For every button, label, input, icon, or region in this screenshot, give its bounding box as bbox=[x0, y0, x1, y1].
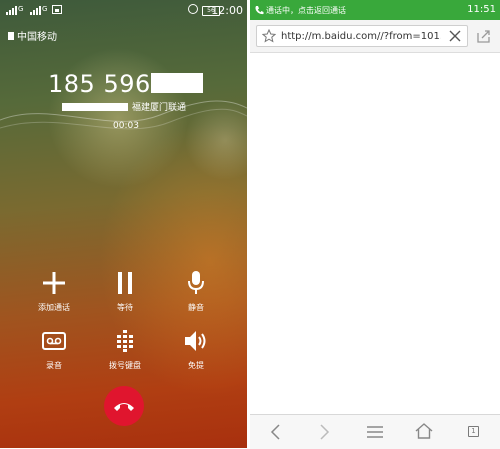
sim-card-icon bbox=[8, 31, 14, 40]
dialpad-label: 拨号键盘 bbox=[109, 361, 141, 370]
phone-hangup-icon bbox=[114, 403, 134, 411]
status-time: 12:00 bbox=[211, 4, 243, 17]
tabs-icon[interactable]: 1 bbox=[468, 426, 479, 437]
url-text: http://m.baidu.com//?from=101... bbox=[281, 31, 441, 42]
hold-label: 等待 bbox=[117, 303, 133, 312]
address-bar: http://m.baidu.com//?from=101... bbox=[250, 20, 500, 53]
bottom-toolbar: 1 bbox=[250, 414, 500, 449]
phone-icon bbox=[255, 6, 264, 15]
call-duration: 00:03 bbox=[113, 121, 139, 131]
mute-label: 静音 bbox=[188, 303, 204, 312]
dialpad-icon bbox=[117, 330, 133, 352]
add-call-label: 添加通话 bbox=[38, 303, 70, 312]
forward-icon[interactable] bbox=[319, 424, 331, 440]
signal-icon bbox=[30, 5, 41, 15]
microphone-icon bbox=[188, 271, 204, 294]
close-icon[interactable] bbox=[449, 30, 461, 42]
mute-button[interactable]: 静音 bbox=[166, 270, 226, 313]
carrier-label: 中国移动 bbox=[8, 28, 57, 43]
caller-location: 福建厦门联通 bbox=[132, 103, 187, 113]
redaction-block bbox=[62, 103, 128, 111]
speaker-button[interactable]: 免提 bbox=[166, 328, 226, 371]
share-icon[interactable] bbox=[476, 28, 492, 44]
alarm-icon bbox=[188, 4, 198, 14]
call-screen: G G 56 12:00 中国移动 185 5969 福建厦门联通 00:03 … bbox=[0, 0, 247, 448]
dialpad-button[interactable]: 拨号键盘 bbox=[95, 328, 155, 371]
plus-icon bbox=[43, 272, 65, 294]
menu-icon[interactable] bbox=[367, 426, 383, 438]
signal2-label: G bbox=[42, 5, 48, 13]
return-to-call-text: 通话中，点击返回通话 bbox=[266, 6, 346, 15]
record-button[interactable]: 录音 bbox=[24, 328, 84, 371]
status-time: 11:51 bbox=[467, 4, 496, 15]
page-content bbox=[250, 53, 500, 415]
add-call-button[interactable]: 添加通话 bbox=[24, 270, 84, 313]
speaker-icon bbox=[185, 331, 206, 351]
image-notification-icon bbox=[52, 5, 62, 14]
star-bookmark-icon[interactable] bbox=[262, 29, 276, 43]
signal-icon bbox=[6, 5, 17, 15]
hold-button[interactable]: 等待 bbox=[95, 270, 155, 313]
record-label: 录音 bbox=[46, 361, 62, 370]
carrier-name: 中国移动 bbox=[17, 32, 57, 43]
redaction-block bbox=[151, 73, 203, 93]
status-bar: G G 56 12:00 bbox=[0, 0, 247, 20]
return-to-call-bar[interactable]: 通话中，点击返回通话 11:51 bbox=[250, 0, 500, 20]
speaker-label: 免提 bbox=[188, 361, 204, 370]
home-icon[interactable] bbox=[415, 423, 433, 439]
voicemail-icon bbox=[42, 332, 66, 350]
url-field[interactable]: http://m.baidu.com//?from=101... bbox=[256, 25, 468, 47]
pause-icon bbox=[118, 272, 132, 294]
signal1-label: G bbox=[18, 5, 24, 13]
browser-screen: 通话中，点击返回通话 11:51 http://m.baidu.com//?fr… bbox=[250, 0, 500, 449]
phone-number: 185 5969 bbox=[48, 70, 167, 98]
back-icon[interactable] bbox=[269, 424, 281, 440]
hangup-button[interactable] bbox=[104, 386, 144, 426]
